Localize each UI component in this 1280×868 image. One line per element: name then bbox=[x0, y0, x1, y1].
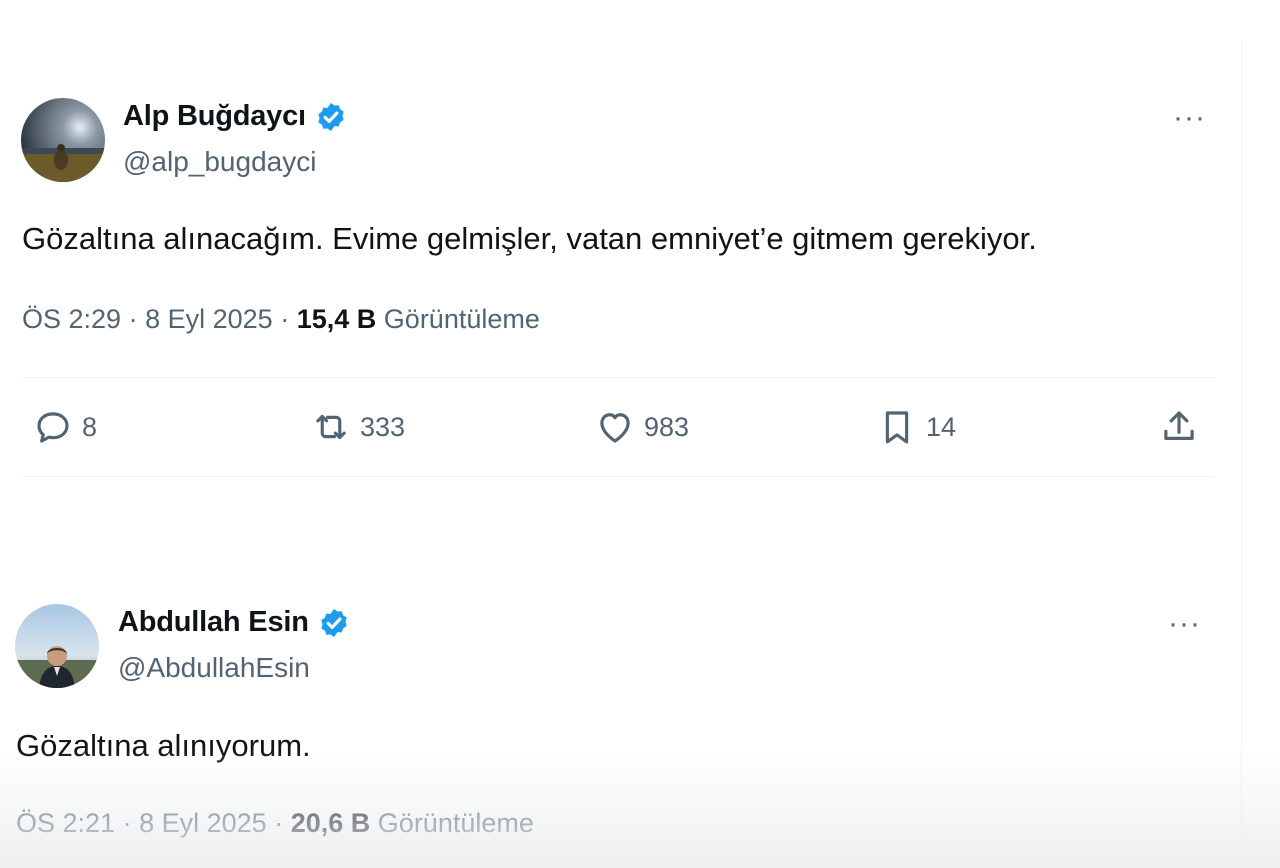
repost-count: 333 bbox=[360, 411, 406, 442]
avatar[interactable] bbox=[15, 604, 99, 688]
tweet-text: Gözaltına alınıyorum. bbox=[16, 728, 311, 763]
tweet-date[interactable]: 8 Eyl 2025 bbox=[145, 304, 273, 334]
verified-badge-icon bbox=[318, 102, 344, 131]
like-icon bbox=[600, 413, 630, 443]
share-button[interactable] bbox=[1158, 406, 1200, 448]
tweet-time[interactable]: ÖS 2:21 bbox=[16, 808, 115, 838]
views-count: 15,4 B bbox=[296, 304, 377, 334]
tweet-date[interactable]: 8 Eyl 2025 bbox=[139, 808, 267, 838]
author-handle[interactable]: @alp_bugdayci bbox=[123, 146, 316, 178]
meta-separator: · bbox=[274, 808, 284, 838]
action-bar: 8 333 983 14 bbox=[0, 406, 1240, 456]
repost-button[interactable]: 333 bbox=[310, 406, 405, 448]
author-name-row: Alp Buğdaycı bbox=[123, 100, 347, 133]
views-count: 20,6 B bbox=[290, 808, 371, 838]
display-name[interactable]: Alp Buğdaycı bbox=[123, 100, 306, 133]
divider bbox=[22, 377, 1214, 378]
like-button[interactable]: 983 bbox=[594, 406, 689, 448]
reply-button[interactable]: 8 bbox=[32, 406, 97, 448]
meta-separator: · bbox=[280, 304, 290, 334]
tweet-meta: ÖS 2:29 · 8 Eyl 2025 · 15,4 B Görüntülem… bbox=[22, 304, 540, 335]
tweet-meta: ÖS 2:21 · 8 Eyl 2025 · 20,6 B Görüntülem… bbox=[16, 808, 534, 839]
views-label: Görüntüleme bbox=[383, 304, 540, 334]
bookmark-count: 14 bbox=[926, 411, 957, 442]
reply-icon bbox=[37, 412, 69, 443]
right-column-edge bbox=[1241, 40, 1280, 868]
verified-badge-icon bbox=[321, 608, 347, 637]
author-name-row: Abdullah Esin bbox=[118, 606, 350, 639]
like-count: 983 bbox=[644, 411, 690, 442]
share-icon bbox=[1164, 411, 1194, 440]
tweet-time[interactable]: ÖS 2:29 bbox=[22, 304, 121, 334]
meta-separator: · bbox=[122, 808, 132, 838]
bookmark-button[interactable]: 14 bbox=[876, 406, 956, 448]
author-handle[interactable]: @AbdullahEsin bbox=[118, 652, 310, 684]
more-icon[interactable]: ··· bbox=[1173, 103, 1206, 133]
tweet-text: Gözaltına alınacağım. Evime gelmişler, v… bbox=[22, 221, 1037, 256]
more-icon[interactable]: ··· bbox=[1168, 609, 1201, 639]
display-name[interactable]: Abdullah Esin bbox=[118, 606, 309, 639]
divider bbox=[22, 476, 1214, 477]
views-label: Görüntüleme bbox=[377, 808, 534, 838]
avatar[interactable] bbox=[21, 98, 105, 182]
meta-separator: · bbox=[128, 304, 138, 334]
bookmark-icon bbox=[885, 411, 909, 444]
reply-count: 8 bbox=[82, 411, 98, 442]
repost-icon bbox=[316, 414, 346, 440]
